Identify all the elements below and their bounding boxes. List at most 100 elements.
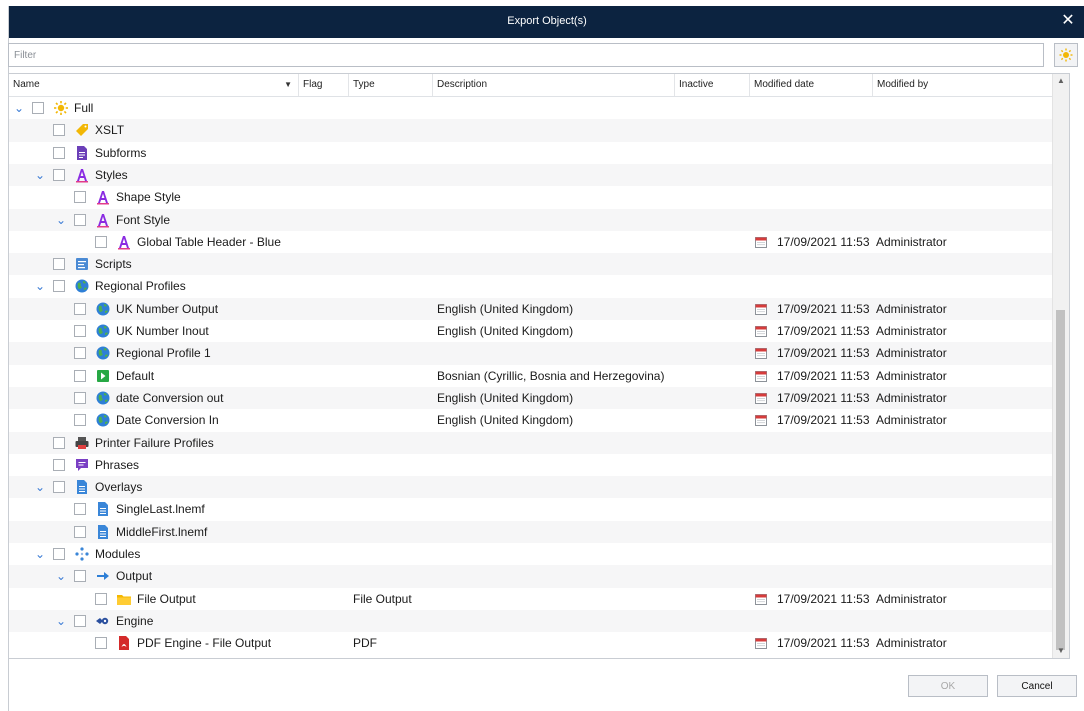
row-checkbox[interactable] bbox=[74, 525, 86, 538]
row-checkbox[interactable] bbox=[74, 414, 86, 427]
row-checkbox[interactable] bbox=[53, 258, 65, 271]
row-checkbox[interactable] bbox=[74, 369, 86, 382]
chevron-down-icon[interactable]: ⌄ bbox=[13, 97, 25, 119]
row-name: date Conversion out bbox=[116, 390, 224, 405]
scroll-down-icon[interactable]: ▼ bbox=[1053, 644, 1069, 658]
tree-row[interactable]: Default Bosnian (Cyrillic, Bosnia and Her… bbox=[9, 365, 1053, 387]
row-name: Regional Profiles bbox=[95, 279, 186, 294]
row-checkbox[interactable] bbox=[53, 124, 65, 137]
vertical-scrollbar[interactable]: ▲ ▼ bbox=[1052, 74, 1069, 658]
row-checkbox[interactable] bbox=[53, 436, 65, 449]
filter-input[interactable] bbox=[8, 43, 1044, 67]
row-name: Engine bbox=[116, 613, 154, 628]
row-modified-by: Administrator bbox=[876, 636, 947, 651]
cancel-button[interactable]: Cancel bbox=[997, 675, 1077, 697]
tree-row[interactable]: UK Number Output English (United Kingdom)… bbox=[9, 297, 1053, 320]
row-checkbox[interactable] bbox=[74, 347, 86, 360]
tree-row[interactable]: Printer Failure Profiles bbox=[9, 431, 1053, 454]
row-name: Printer Failure Profiles bbox=[95, 435, 214, 450]
tree-row[interactable]: ⌄ Font Style bbox=[9, 208, 1053, 231]
row-checkbox[interactable] bbox=[95, 592, 107, 605]
tree-row[interactable]: date Conversion out English (United Kingd… bbox=[9, 386, 1053, 410]
tree-row[interactable]: MiddleFirst.lnemf bbox=[9, 520, 1053, 543]
tree-row[interactable]: Global Table Header - Blue 17/09/2021 11:… bbox=[9, 231, 1053, 253]
scrollbar-thumb[interactable] bbox=[1056, 310, 1065, 650]
chevron-down-icon[interactable]: ⌄ bbox=[55, 565, 67, 587]
scroll-up-icon[interactable]: ▲ bbox=[1053, 74, 1069, 88]
column-header-name[interactable]: Name ▼ bbox=[9, 74, 299, 96]
column-header-modified-date[interactable]: Modified date bbox=[750, 74, 873, 96]
tree-row[interactable]: SingleLast.lnemf bbox=[9, 498, 1053, 520]
tree-row[interactable]: ⌄ Regional Profiles bbox=[9, 275, 1053, 297]
engine-icon bbox=[95, 613, 111, 629]
row-checkbox[interactable] bbox=[53, 548, 65, 560]
row-checkbox[interactable] bbox=[74, 614, 86, 627]
row-name: Regional Profile 1 bbox=[116, 346, 211, 361]
row-checkbox[interactable] bbox=[53, 458, 65, 471]
column-header-name-label: Name bbox=[13, 79, 40, 90]
tree-row[interactable]: PDF Engine - File Output PDF 17/09/2021 11… bbox=[9, 632, 1053, 654]
row-checkbox[interactable] bbox=[32, 102, 44, 114]
chevron-down-icon[interactable]: ⌄ bbox=[34, 476, 46, 498]
ok-button[interactable]: OK bbox=[908, 675, 988, 697]
sort-descending-icon: ▼ bbox=[284, 80, 292, 89]
overlay-doc-icon bbox=[95, 524, 111, 540]
tree-row[interactable]: Date Conversion In English (United Kingdo… bbox=[9, 409, 1053, 431]
row-checkbox[interactable] bbox=[95, 637, 107, 650]
column-header-flag[interactable]: Flag bbox=[299, 74, 349, 96]
row-description: English (United Kingdom) bbox=[437, 301, 574, 316]
tree-row[interactable]: File Output File Output 17/09/2021 11:53 Ad… bbox=[9, 588, 1053, 610]
column-header-type[interactable]: Type bbox=[349, 74, 433, 96]
column-header-modified-by[interactable]: Modified by bbox=[873, 74, 1053, 96]
row-checkbox[interactable] bbox=[53, 168, 65, 181]
row-checkbox[interactable] bbox=[74, 570, 86, 583]
chevron-down-icon[interactable]: ⌄ bbox=[34, 543, 46, 565]
row-modified-date: 17/09/2021 11:53 bbox=[777, 636, 870, 651]
row-checkbox[interactable] bbox=[74, 191, 86, 204]
tree-row[interactable]: ⌄ Overlays bbox=[9, 476, 1053, 499]
tree-row[interactable]: XSLT bbox=[9, 119, 1053, 142]
row-type: File Output bbox=[353, 591, 412, 606]
row-checkbox[interactable] bbox=[74, 503, 86, 516]
chevron-down-icon[interactable]: ⌄ bbox=[55, 610, 67, 632]
chevron-down-icon[interactable]: ⌄ bbox=[55, 209, 67, 231]
chevron-down-icon[interactable]: ⌄ bbox=[34, 275, 46, 297]
tree-row[interactable]: ⌄ Modules bbox=[9, 543, 1053, 565]
row-checkbox[interactable] bbox=[95, 235, 107, 248]
filter-options-button[interactable] bbox=[1054, 43, 1078, 67]
row-name: Date Conversion In bbox=[116, 413, 219, 428]
row-checkbox[interactable] bbox=[53, 146, 65, 159]
tree-row[interactable]: Regional Profile 1 17/09/2021 11:53 Admini… bbox=[9, 342, 1053, 365]
tree-row[interactable]: ⌄ Output bbox=[9, 565, 1053, 588]
folder-icon bbox=[116, 591, 132, 607]
row-checkbox[interactable] bbox=[74, 302, 86, 315]
row-checkbox[interactable] bbox=[53, 481, 65, 494]
chevron-down-icon[interactable]: ⌄ bbox=[34, 164, 46, 186]
tree-row[interactable]: ⌄ Engine bbox=[9, 609, 1053, 633]
close-icon[interactable]: ✕ bbox=[1057, 10, 1079, 32]
tree-row[interactable]: Phrases bbox=[9, 454, 1053, 476]
row-description: English (United Kingdom) bbox=[437, 413, 574, 428]
default-green-icon bbox=[95, 368, 111, 384]
grid-header: Name ▼ Flag Type Description Inactive Mo… bbox=[9, 74, 1053, 97]
row-name: SingleLast.lnemf bbox=[116, 502, 205, 517]
tag-icon bbox=[74, 122, 90, 138]
column-header-inactive[interactable]: Inactive bbox=[675, 74, 750, 96]
row-modified-date: 17/09/2021 11:53 bbox=[777, 346, 870, 361]
column-header-description[interactable]: Description bbox=[433, 74, 675, 96]
row-checkbox[interactable] bbox=[53, 280, 65, 293]
globe-icon bbox=[74, 278, 90, 294]
arrow-right-icon bbox=[95, 568, 111, 584]
globe-icon bbox=[95, 345, 111, 361]
row-checkbox[interactable] bbox=[74, 325, 86, 337]
tree-row[interactable]: ⌄ Styles bbox=[9, 163, 1053, 187]
row-checkbox[interactable] bbox=[74, 213, 86, 226]
row-checkbox[interactable] bbox=[74, 391, 86, 404]
tree-row[interactable]: UK Number Inout English (United Kingdom) 1… bbox=[9, 320, 1053, 342]
tree-row[interactable]: Subforms bbox=[9, 142, 1053, 164]
tree-row[interactable]: ⌄ Full bbox=[9, 97, 1053, 119]
tree-row[interactable]: Shape Style bbox=[9, 186, 1053, 208]
filter-row bbox=[8, 43, 1078, 69]
tree-row[interactable]: Scripts bbox=[9, 253, 1053, 276]
row-description: English (United Kingdom) bbox=[437, 324, 574, 338]
